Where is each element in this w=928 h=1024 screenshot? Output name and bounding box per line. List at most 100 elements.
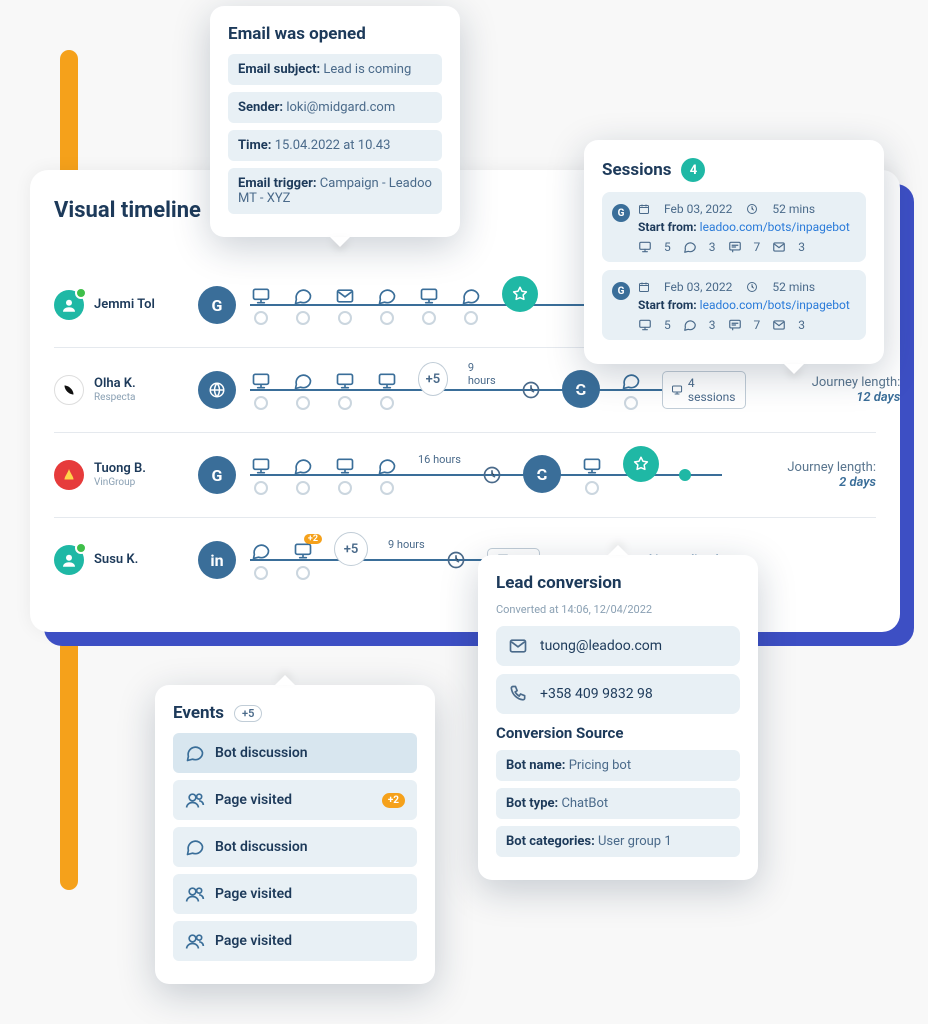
calendar-icon [638, 203, 650, 215]
source-web-icon [198, 371, 236, 409]
session-start-link[interactable]: leadoo.com/bots/inpagebot [700, 298, 850, 312]
mail-icon [772, 318, 786, 332]
event-item[interactable]: Page visited +2 [173, 780, 417, 820]
count-badge: +2 [382, 793, 405, 808]
session-count-badge: 4 [681, 158, 705, 182]
journey-label: Journey length: [760, 375, 900, 390]
sessions-chip[interactable]: 4 sessions [662, 371, 747, 409]
user-company: Respecta [94, 392, 136, 404]
event-item[interactable]: Page visited [173, 921, 417, 961]
monitor-icon[interactable] [376, 370, 398, 392]
monitor-icon [638, 318, 652, 332]
popover-title: Lead conversion [496, 573, 740, 593]
session-start-link[interactable]: leadoo.com/bots/inpagebot [700, 220, 850, 234]
popover-title: Events [173, 703, 224, 723]
star-icon[interactable] [502, 276, 538, 312]
monitor-icon[interactable] [250, 455, 272, 477]
chat-icon[interactable] [292, 285, 314, 307]
calendar-icon [638, 281, 650, 293]
users-icon [185, 790, 205, 810]
time-gap: 9 hours [388, 538, 425, 551]
source-linkedin-icon: in [198, 541, 236, 579]
more-events-pill[interactable]: +5 [234, 705, 262, 722]
clock-icon [746, 281, 758, 293]
popover-title: Email was opened [228, 24, 442, 44]
user-name: Tuong B. [94, 462, 146, 477]
comment-icon [728, 240, 742, 254]
journey-label: Journey length: [736, 460, 876, 475]
session-date: Feb 03, 2022 [664, 280, 732, 294]
monitor-icon[interactable] [418, 285, 440, 307]
monitor-icon[interactable] [250, 285, 272, 307]
chat-icon[interactable] [376, 285, 398, 307]
email-opened-popover: Email was opened Email subject: Lead is … [210, 6, 460, 237]
avatar [54, 460, 84, 490]
clock-icon [481, 464, 503, 486]
time-gap: 16 hours [418, 453, 461, 466]
notification-badge: +2 [304, 534, 322, 544]
conversion-source-heading: Conversion Source [496, 724, 740, 742]
clock-icon [746, 203, 758, 215]
event-item[interactable]: Page visited [173, 874, 417, 914]
more-events-button[interactable]: +5 [334, 532, 368, 566]
time-gap: 9 hours [468, 361, 500, 387]
user-name: Olha K. [94, 377, 136, 392]
phone-icon [508, 684, 528, 704]
user-name: Susu K. [94, 553, 138, 568]
monitor-icon[interactable] [581, 455, 603, 477]
session-date: Feb 03, 2022 [664, 202, 732, 216]
online-badge-icon [75, 542, 87, 554]
mail-icon[interactable] [334, 285, 356, 307]
more-events-button[interactable]: +5 [418, 362, 448, 396]
avatar [54, 545, 84, 575]
chat-icon [185, 837, 205, 857]
events-popover: Events +5 Bot discussion Page visited +2… [155, 685, 435, 984]
conversion-timestamp: Converted at 14:06, 12/04/2022 [496, 603, 740, 616]
mail-icon [772, 240, 786, 254]
user-name: Jemmi Tol [94, 298, 155, 313]
chat-icon[interactable] [376, 455, 398, 477]
chat-icon[interactable] [620, 370, 642, 392]
lead-phone[interactable]: +358 409 9832 98 [496, 674, 740, 714]
chat-icon[interactable] [292, 370, 314, 392]
session-duration: 52 mins [772, 280, 815, 294]
chat-icon[interactable] [460, 285, 482, 307]
monitor-icon [638, 240, 652, 254]
journey-value: 12 days [760, 390, 900, 405]
comment-icon [728, 318, 742, 332]
source-google-icon: G [612, 282, 630, 300]
lead-conversion-popover: Lead conversion Converted at 14:06, 12/0… [478, 555, 758, 880]
source-google-icon: G [198, 286, 236, 324]
chat-icon[interactable] [250, 540, 272, 562]
source-google-icon: G [523, 455, 561, 493]
session-item[interactable]: G Feb 03, 2022 52 mins Start from: leado… [602, 270, 866, 340]
event-item[interactable]: Bot discussion [173, 827, 417, 867]
chat-icon[interactable] [292, 455, 314, 477]
monitor-icon[interactable] [334, 370, 356, 392]
clock-icon [520, 379, 542, 401]
mail-icon [508, 636, 528, 656]
users-icon [185, 884, 205, 904]
avatar [54, 290, 84, 320]
source-google-icon: G [198, 456, 236, 494]
source-google-icon: G [562, 370, 600, 408]
sessions-popover: Sessions 4 G Feb 03, 2022 52 mins Start … [584, 140, 884, 364]
star-icon[interactable] [623, 446, 659, 482]
chat-icon [683, 318, 697, 332]
timeline-track: 16 hours G [250, 453, 722, 497]
timeline-track: +5 9 hours G 4 sessions [250, 368, 746, 412]
journey-value: 2 days [736, 475, 876, 490]
conversion-dot[interactable] [679, 469, 691, 481]
monitor-icon[interactable] [334, 455, 356, 477]
timeline-row[interactable]: Tuong B. VinGroup G 16 hours G Journey l… [54, 433, 876, 518]
source-google-icon: G [612, 204, 630, 222]
popover-title: Sessions [602, 160, 671, 180]
event-item[interactable]: Bot discussion [173, 733, 417, 773]
monitor-icon[interactable] [250, 370, 272, 392]
clock-icon [445, 549, 467, 571]
lead-email[interactable]: tuong@leadoo.com [496, 626, 740, 666]
session-duration: 52 mins [772, 202, 815, 216]
session-item[interactable]: G Feb 03, 2022 52 mins Start from: leado… [602, 192, 866, 262]
users-icon [185, 931, 205, 951]
chat-icon [185, 743, 205, 763]
